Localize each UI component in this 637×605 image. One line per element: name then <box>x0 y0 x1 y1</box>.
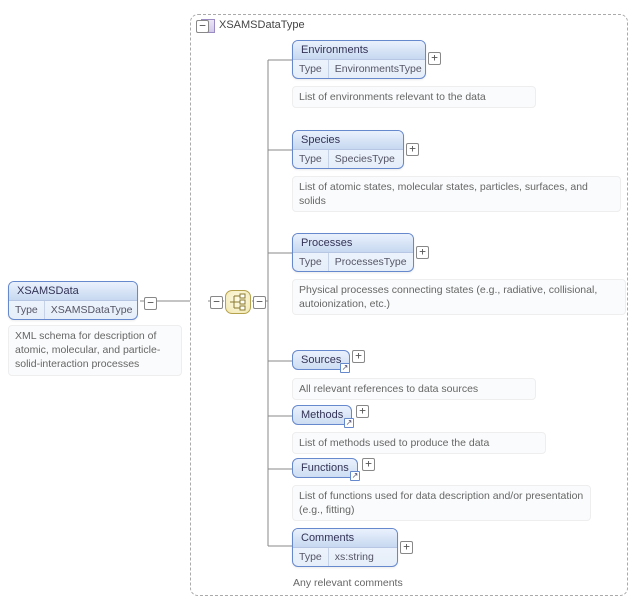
child-species-desc: List of atomic states, molecular states,… <box>292 176 621 212</box>
child-processes-type-label: Type <box>293 253 329 271</box>
child-species-expand[interactable]: + <box>406 143 419 156</box>
child-species-name: Species <box>293 131 403 150</box>
root-element-name: XSAMSData <box>9 282 137 301</box>
child-environments-name: Environments <box>293 41 425 60</box>
child-methods-expand[interactable]: + <box>356 405 369 418</box>
child-functions-expand[interactable]: + <box>362 458 375 471</box>
complextype-label: XSAMSDataType <box>219 19 305 31</box>
root-description: XML schema for description of atomic, mo… <box>8 325 182 376</box>
root-element-node[interactable]: XSAMSData Type XSAMSDataType <box>8 281 138 320</box>
child-comments-type-label: Type <box>293 548 329 566</box>
child-comments-expand[interactable]: + <box>400 541 413 554</box>
child-environments-node[interactable]: Environments Type EnvironmentsType <box>292 40 426 79</box>
child-methods-ref-icon: ↗ <box>344 418 354 428</box>
child-functions-desc: List of functions used for data descript… <box>292 485 591 521</box>
child-processes-node[interactable]: Processes Type ProcessesType <box>292 233 414 272</box>
child-comments-node[interactable]: Comments Type xs:string <box>292 528 398 567</box>
child-comments-type-value: xs:string <box>329 548 380 566</box>
child-environments-type-value: EnvironmentsType <box>329 60 426 78</box>
child-methods-desc: List of methods used to produce the data <box>292 432 546 454</box>
child-sources-expand[interactable]: + <box>352 350 365 363</box>
root-type-value: XSAMSDataType <box>45 301 138 319</box>
child-processes-type-value: ProcessesType <box>329 253 413 271</box>
child-species-type-value: SpeciesType <box>329 150 401 168</box>
child-environments-type-label: Type <box>293 60 329 78</box>
child-environments-expand[interactable]: + <box>428 52 441 65</box>
child-species-type-label: Type <box>293 150 329 168</box>
child-comments-desc: Any relevant comments <box>292 572 464 594</box>
child-sources-desc: All relevant references to data sources <box>292 378 536 400</box>
group-toggle[interactable]: − <box>196 20 209 33</box>
root-toggle[interactable]: − <box>144 297 157 310</box>
child-processes-name: Processes <box>293 234 413 253</box>
child-sources-ref-icon: ↗ <box>340 363 350 373</box>
child-functions-ref-icon: ↗ <box>350 471 360 481</box>
compositor-left-toggle[interactable]: − <box>210 296 223 309</box>
compositor-right-toggle[interactable]: − <box>253 296 266 309</box>
child-functions-name: Functions <box>301 462 349 474</box>
child-processes-desc: Physical processes connecting states (e.… <box>292 279 626 315</box>
child-species-node[interactable]: Species Type SpeciesType <box>292 130 404 169</box>
child-processes-expand[interactable]: + <box>416 246 429 259</box>
child-sources-name: Sources <box>301 354 341 366</box>
child-methods-name: Methods <box>301 409 343 421</box>
child-functions-node[interactable]: Functions <box>292 458 358 478</box>
root-type-label: Type <box>9 301 45 319</box>
sequence-compositor[interactable] <box>225 290 251 314</box>
child-comments-name: Comments <box>293 529 397 548</box>
child-environments-desc: List of environments relevant to the dat… <box>292 86 536 108</box>
